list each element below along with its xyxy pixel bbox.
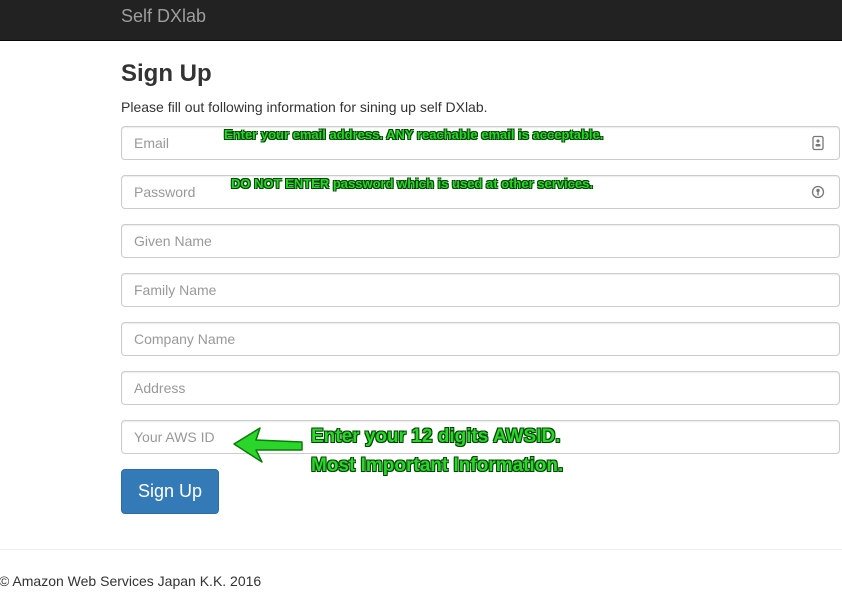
password-annotation: DO NOT ENTER password which is used at o…	[231, 176, 593, 191]
sign-up-button[interactable]: Sign Up	[121, 469, 219, 514]
family-name-field	[121, 273, 840, 307]
aws-id-annotation-line1: Enter your 12 digits AWSID.	[311, 426, 561, 447]
email-annotation: Enter your email address. ANY reachable …	[224, 127, 604, 142]
given-name-input[interactable]	[122, 225, 839, 257]
form-instructions: Please fill out following information fo…	[121, 99, 488, 115]
address-input[interactable]	[122, 372, 839, 404]
given-name-field	[121, 224, 840, 258]
footer-divider	[0, 549, 842, 550]
family-name-input[interactable]	[122, 274, 839, 306]
left-arrow-icon	[233, 427, 303, 463]
footer-copyright: © Amazon Web Services Japan K.K. 2016	[0, 573, 262, 589]
password-key-icon[interactable]	[811, 184, 825, 200]
aws-id-annotation-line2: Most Important Information.	[311, 455, 564, 476]
page-title: Sign Up	[121, 60, 212, 87]
company-name-input[interactable]	[122, 323, 839, 355]
company-name-field	[121, 322, 840, 356]
contact-card-icon[interactable]	[811, 135, 825, 151]
navbar: Self DXlab	[0, 0, 842, 41]
brand-link[interactable]: Self DXlab	[121, 6, 206, 26]
address-field	[121, 371, 840, 405]
